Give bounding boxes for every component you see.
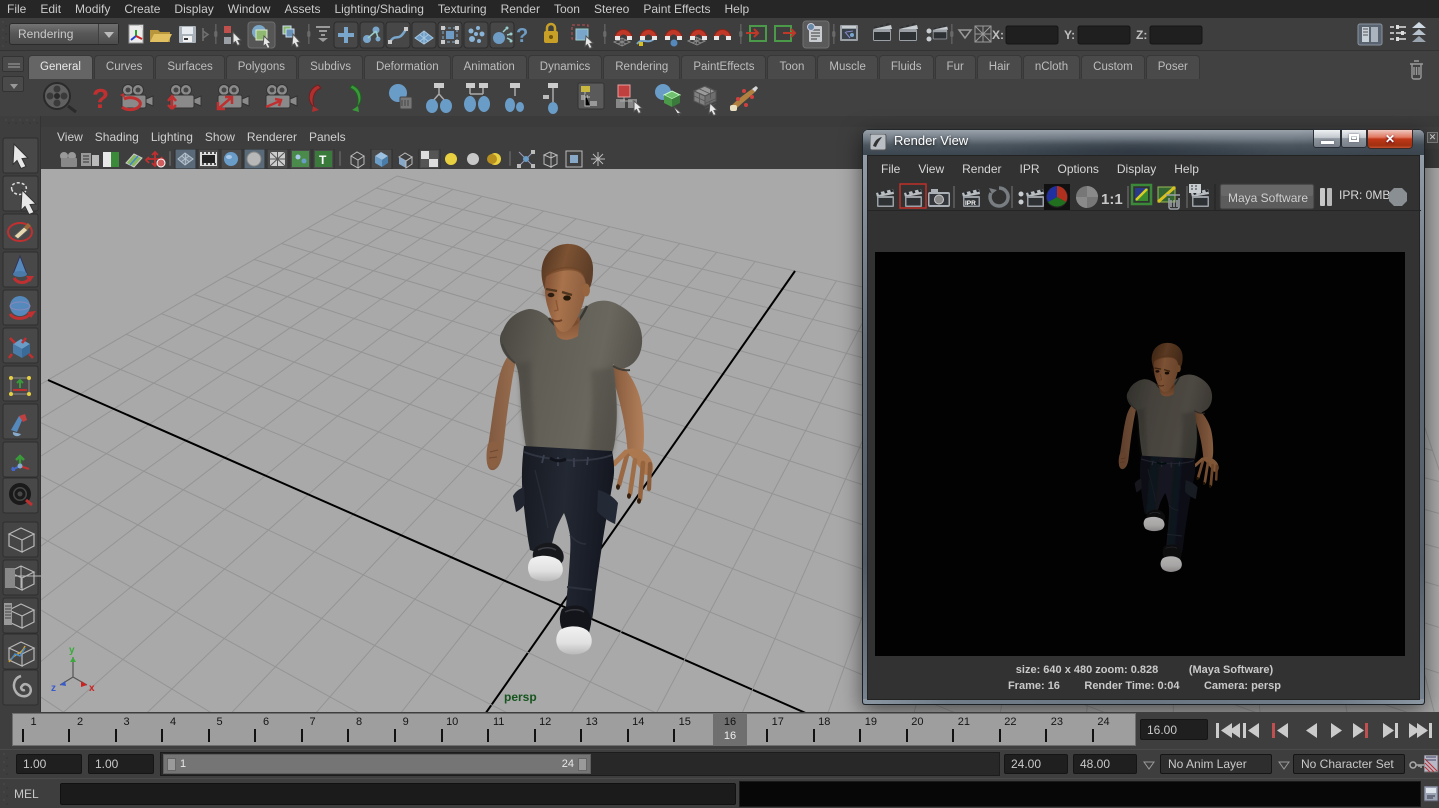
svg-text:Y:: Y: xyxy=(1064,28,1075,42)
svg-text:IPR: IPR xyxy=(965,200,976,207)
svg-text:?: ? xyxy=(92,83,109,114)
svg-text:Maya Software: Maya Software xyxy=(1228,191,1308,205)
svg-text:persp: persp xyxy=(504,690,537,704)
svg-text:1:1: 1:1 xyxy=(1101,191,1123,208)
svg-text:T: T xyxy=(319,153,327,167)
svg-text:z: z xyxy=(51,683,56,694)
svg-text:?: ? xyxy=(516,25,528,47)
svg-text:x: x xyxy=(89,683,95,694)
svg-text:X:: X: xyxy=(992,28,1004,42)
svg-text:y: y xyxy=(69,645,75,656)
svg-text:Z:: Z: xyxy=(1136,28,1147,42)
